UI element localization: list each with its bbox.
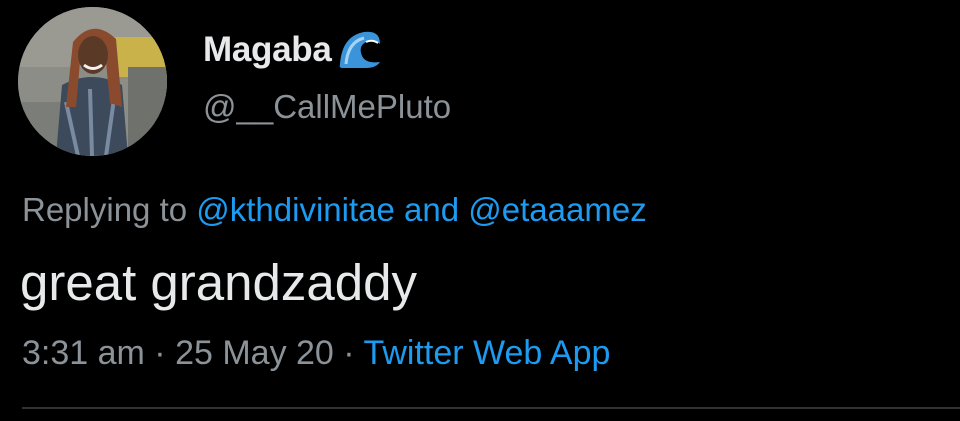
avatar-photo — [18, 7, 167, 156]
tweet-date[interactable]: 25 May 20 — [175, 334, 334, 372]
tweet-time[interactable]: 3:31 am — [22, 334, 145, 372]
wave-icon — [336, 26, 384, 72]
mention-link-etaaamez[interactable]: @etaaamez — [468, 191, 646, 228]
tweet-card: Magaba @__CallMePluto Replying to @kthdi… — [0, 0, 960, 421]
avatar[interactable] — [18, 7, 167, 156]
tweet-meta: 3:31 am · 25 May 20 · Twitter Web App — [22, 336, 610, 370]
user-handle[interactable]: @__CallMePluto — [203, 90, 451, 123]
replying-conjunction[interactable]: and — [395, 191, 468, 228]
replying-prefix: Replying to — [22, 191, 197, 228]
meta-separator: · — [144, 334, 176, 372]
display-name[interactable]: Magaba — [203, 32, 332, 67]
mention-link-kthdivinitae[interactable]: @kthdivinitae — [196, 191, 395, 228]
tweet-source-link[interactable]: Twitter Web App — [363, 334, 610, 372]
tweet-text: great grandzaddy — [20, 254, 417, 311]
meta-separator: · — [333, 334, 364, 372]
display-name-row[interactable]: Magaba — [203, 24, 384, 74]
replying-to-line: Replying to @kthdivinitae and @etaaamez — [22, 193, 647, 226]
divider — [22, 407, 960, 409]
